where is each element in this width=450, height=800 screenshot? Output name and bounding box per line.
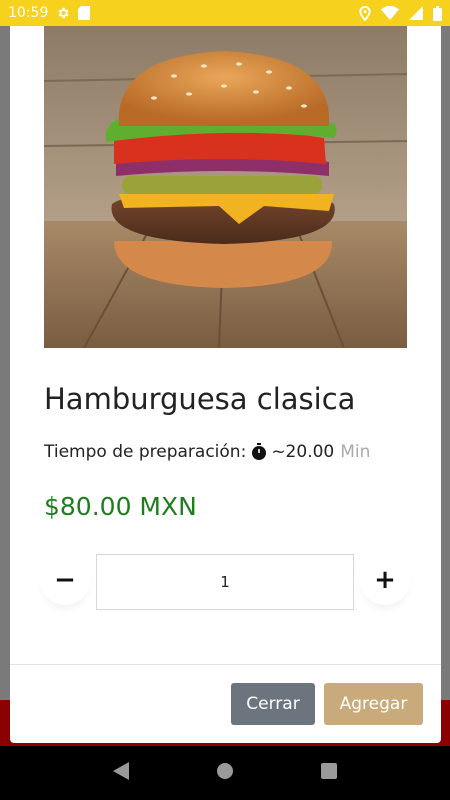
decrease-quantity-button[interactable]: − [40,555,90,605]
location-icon [359,5,371,21]
navigation-bar [0,746,450,800]
wifi-icon [381,6,399,20]
close-button[interactable]: Cerrar [231,683,315,725]
product-price: $80.00 MXN [44,492,197,521]
prep-time-row: Tiempo de preparación: ~20.00 Min [44,442,370,462]
product-modal: Hamburguesa clasica Tiempo de preparació… [10,26,441,743]
home-icon[interactable] [216,762,234,784]
stopwatch-icon [251,443,267,461]
prep-time-unit: Min [340,442,371,462]
quantity-input[interactable] [96,554,354,610]
back-icon[interactable] [113,762,130,784]
signal-icon [409,6,423,20]
gear-icon [56,6,70,20]
prep-time-value: ~20.00 [271,442,335,462]
prep-time-label: Tiempo de preparación: [44,442,247,462]
footer-divider [10,664,441,665]
status-bar: 10:59 [0,0,450,26]
increase-quantity-button[interactable]: + [360,555,410,605]
sd-card-icon [78,6,91,20]
status-time: 10:59 [8,5,49,21]
add-to-cart-button[interactable]: Agregar [324,683,423,725]
product-name: Hamburguesa clasica [44,382,356,416]
battery-icon [433,5,442,21]
recents-icon[interactable] [320,763,337,783]
product-image [44,26,407,348]
